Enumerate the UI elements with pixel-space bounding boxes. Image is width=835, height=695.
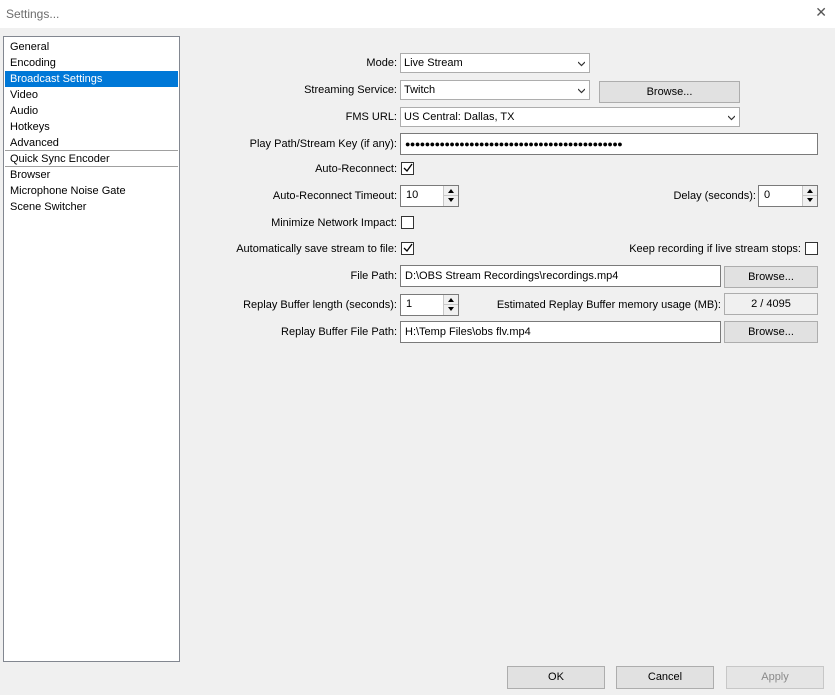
- replay-buffer-length-label: Replay Buffer length (seconds):: [243, 299, 397, 311]
- checkmark-icon: [403, 243, 413, 253]
- checkmark-icon: [403, 163, 413, 173]
- delay-label: Delay (seconds):: [673, 190, 756, 202]
- spin-down-button[interactable]: [443, 196, 458, 206]
- replay-buffer-path-input[interactable]: H:\Temp Files\obs flv.mp4: [400, 321, 721, 343]
- replay-buffer-length-value: 1: [406, 298, 413, 310]
- window-title: Settings...: [6, 7, 60, 21]
- fms-url-label: FMS URL:: [345, 111, 397, 123]
- arrow-up-icon: [448, 298, 454, 302]
- arrow-up-icon: [807, 189, 813, 193]
- mode-select[interactable]: Live Stream: [400, 53, 590, 73]
- spin-up-button[interactable]: [802, 186, 817, 196]
- chevron-down-icon: [728, 115, 735, 121]
- autosave-checkbox[interactable]: [401, 242, 414, 255]
- arrow-down-icon: [448, 198, 454, 202]
- delay-spinbox[interactable]: 0: [758, 185, 818, 207]
- sidebar-item-general[interactable]: General: [5, 39, 178, 55]
- fms-url-select[interactable]: US Central: Dallas, TX: [400, 107, 740, 127]
- spin-up-button[interactable]: [443, 295, 458, 305]
- sidebar-item-microphone-noise-gate[interactable]: Microphone Noise Gate: [5, 183, 178, 199]
- file-path-label: File Path:: [350, 270, 397, 282]
- auto-reconnect-label: Auto-Reconnect:: [315, 163, 397, 175]
- sidebar-item-advanced[interactable]: Advanced: [5, 135, 178, 151]
- mode-value: Live Stream: [404, 57, 463, 69]
- sidebar-item-browser[interactable]: Browser: [5, 167, 178, 183]
- streaming-service-select[interactable]: Twitch: [400, 80, 590, 100]
- fms-url-value: US Central: Dallas, TX: [404, 111, 515, 123]
- settings-sidebar: General Encoding Broadcast Settings Vide…: [3, 36, 180, 662]
- replay-buffer-memory-label: Estimated Replay Buffer memory usage (MB…: [496, 299, 721, 311]
- stream-key-label: Play Path/Stream Key (if any):: [249, 138, 397, 150]
- close-icon[interactable]: ✕: [815, 4, 827, 21]
- minimize-network-checkbox[interactable]: [401, 216, 414, 229]
- arrow-up-icon: [448, 189, 454, 193]
- chevron-down-icon: [578, 88, 585, 94]
- keep-recording-label: Keep recording if live stream stops:: [629, 243, 801, 255]
- replay-buffer-length-spinbox[interactable]: 1: [400, 294, 459, 316]
- spin-down-button[interactable]: [443, 305, 458, 315]
- sidebar-item-encoding[interactable]: Encoding: [5, 55, 178, 71]
- arrow-down-icon: [448, 307, 454, 311]
- arrow-down-icon: [807, 198, 813, 202]
- sidebar-item-scene-switcher[interactable]: Scene Switcher: [5, 199, 178, 215]
- title-bar: Settings... ✕: [0, 0, 835, 28]
- stream-key-input[interactable]: ●●●●●●●●●●●●●●●●●●●●●●●●●●●●●●●●●●●●●●●●…: [400, 133, 818, 155]
- ok-button[interactable]: OK: [507, 666, 605, 689]
- auto-reconnect-timeout-spinbox[interactable]: 10: [400, 185, 459, 207]
- replay-buffer-memory-value: 2 / 4095: [724, 293, 818, 315]
- auto-reconnect-checkbox[interactable]: [401, 162, 414, 175]
- spin-down-button[interactable]: [802, 196, 817, 206]
- chevron-down-icon: [578, 61, 585, 67]
- replay-buffer-path-label: Replay Buffer File Path:: [281, 326, 397, 338]
- sidebar-item-broadcast-settings[interactable]: Broadcast Settings: [5, 71, 178, 87]
- minimize-network-label: Minimize Network Impact:: [271, 217, 397, 229]
- sidebar-item-hotkeys[interactable]: Hotkeys: [5, 119, 178, 135]
- delay-value: 0: [764, 189, 771, 201]
- auto-reconnect-timeout-label: Auto-Reconnect Timeout:: [272, 190, 397, 202]
- file-path-browse-button[interactable]: Browse...: [724, 266, 818, 288]
- streaming-service-label: Streaming Service:: [304, 84, 397, 96]
- streaming-service-browse-button[interactable]: Browse...: [599, 81, 740, 103]
- replay-buffer-path-browse-button[interactable]: Browse...: [724, 321, 818, 343]
- apply-button[interactable]: Apply: [726, 666, 824, 689]
- keep-recording-checkbox[interactable]: [805, 242, 818, 255]
- file-path-input[interactable]: D:\OBS Stream Recordings\recordings.mp4: [400, 265, 721, 287]
- streaming-service-value: Twitch: [404, 84, 436, 96]
- sidebar-item-quick-sync-encoder[interactable]: Quick Sync Encoder: [5, 151, 178, 167]
- sidebar-item-audio[interactable]: Audio: [5, 103, 178, 119]
- auto-reconnect-timeout-value: 10: [406, 189, 419, 201]
- spin-up-button[interactable]: [443, 186, 458, 196]
- mode-label: Mode:: [366, 57, 397, 69]
- autosave-label: Automatically save stream to file:: [236, 243, 397, 255]
- sidebar-item-video[interactable]: Video: [5, 87, 178, 103]
- cancel-button[interactable]: Cancel: [616, 666, 714, 689]
